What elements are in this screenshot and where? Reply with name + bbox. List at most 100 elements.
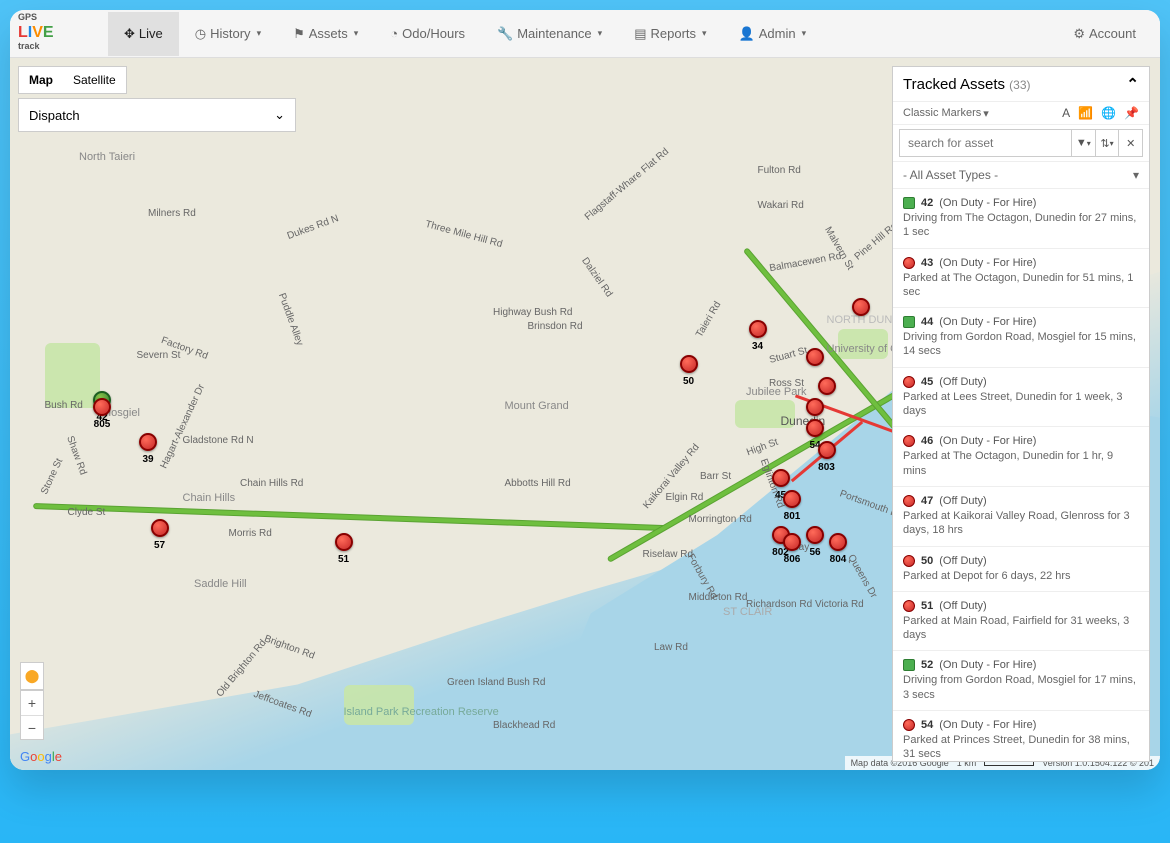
dispatch-select[interactable]: Dispatch ⌄ <box>18 98 296 132</box>
status-dot-icon <box>903 555 915 567</box>
asset-item[interactable]: 46(On Duty - For Hire)Parked at The Octa… <box>893 427 1149 487</box>
map-marker[interactable] <box>829 533 847 551</box>
map-type-toggle: Map Satellite <box>18 66 127 94</box>
road-icon[interactable]: A <box>1062 106 1070 120</box>
asset-item[interactable]: 43(On Duty - For Hire)Parked at The Octa… <box>893 249 1149 309</box>
road-label: Victoria Rd <box>815 599 864 610</box>
nav-assets[interactable]: ⚑Assets▾ <box>277 12 374 56</box>
asset-detail: Driving from Gordon Road, Mosgiel for 17… <box>903 673 1139 702</box>
road-label: Chain Hills Rd <box>240 478 303 489</box>
map-marker[interactable] <box>772 469 790 487</box>
map-place: Chain Hills <box>183 492 236 504</box>
asset-item[interactable]: 50(Off Duty)Parked at Depot for 6 days, … <box>893 547 1149 592</box>
zoom-out-button[interactable]: − <box>21 715 43 739</box>
asset-item[interactable]: 47(Off Duty)Parked at Kaikorai Valley Ro… <box>893 487 1149 547</box>
status-dot-icon <box>903 495 915 507</box>
marker-label: 805 <box>94 419 111 430</box>
asset-status: (Off Duty) <box>939 600 986 612</box>
nav-maintenance[interactable]: 🔧Maintenance▾ <box>481 12 618 56</box>
globe-icon[interactable]: 🌐 <box>1101 106 1116 120</box>
map-marker[interactable] <box>335 533 353 551</box>
asset-id: 45 <box>921 376 933 388</box>
asset-id: 44 <box>921 316 933 328</box>
signal-icon[interactable]: 📶 <box>1078 106 1093 120</box>
marker-label: 803 <box>818 462 835 473</box>
tracked-assets-panel: Tracked Assets (33) ⌃ Classic Markers▾ A… <box>892 66 1150 762</box>
caret-icon: ▾ <box>983 107 989 120</box>
sort-button[interactable]: ⇅▾ <box>1096 129 1120 157</box>
asset-id: 43 <box>921 257 933 269</box>
nav-admin[interactable]: 👤Admin▾ <box>723 12 823 56</box>
wrench-icon: 🔧 <box>497 26 513 42</box>
asset-detail: Parked at Lees Street, Dunedin for 1 wee… <box>903 390 1139 419</box>
logo-track: track <box>18 41 40 51</box>
asset-item[interactable]: 52(On Duty - For Hire)Driving from Gordo… <box>893 651 1149 711</box>
asset-list[interactable]: 42(On Duty - For Hire)Driving from The O… <box>893 189 1149 761</box>
panel-toolbar: Classic Markers▾ A 📶 🌐 📌 <box>893 102 1149 125</box>
map-marker[interactable] <box>93 398 111 416</box>
nav-reports[interactable]: ▤Reports▾ <box>618 12 722 56</box>
panel-title: Tracked Assets <box>903 76 1005 93</box>
logo: GPS LIVE track <box>18 14 108 54</box>
satellite-btn[interactable]: Satellite <box>63 67 126 93</box>
search-input[interactable] <box>899 129 1072 157</box>
asset-item[interactable]: 54(On Duty - For Hire)Parked at Princes … <box>893 711 1149 761</box>
nav-account[interactable]: ⚙Account <box>1057 12 1152 56</box>
status-dot-icon <box>903 659 915 671</box>
asset-id: 50 <box>921 555 933 567</box>
status-dot-icon <box>903 376 915 388</box>
map-marker[interactable] <box>806 398 824 416</box>
asset-status: (On Duty - For Hire) <box>939 435 1036 447</box>
asset-item[interactable]: 42(On Duty - For Hire)Driving from The O… <box>893 189 1149 249</box>
asset-item[interactable]: 51(Off Duty)Parked at Main Road, Fairfie… <box>893 592 1149 652</box>
map-place: Saddle Hill <box>194 578 247 590</box>
clear-button[interactable]: ✕ <box>1119 129 1143 157</box>
dispatch-label: Dispatch <box>29 108 80 123</box>
map-marker[interactable] <box>151 519 169 537</box>
clock-icon: ◷ <box>195 26 206 42</box>
nav-odo[interactable]: ◔Odo/Hours <box>374 12 481 55</box>
map-btn[interactable]: Map <box>19 67 63 93</box>
asset-status: (Off Duty) <box>939 376 986 388</box>
navbar: GPS LIVE track ✥Live ◷History▾ ⚑Assets▾ … <box>10 10 1160 58</box>
marker-label: 801 <box>784 511 801 522</box>
streetview-pegman[interactable]: ⬤ <box>20 662 44 690</box>
nav-live[interactable]: ✥Live <box>108 12 179 56</box>
map-marker[interactable] <box>806 348 824 366</box>
status-dot-icon <box>903 435 915 447</box>
map-marker[interactable] <box>783 533 801 551</box>
map-marker[interactable] <box>818 377 836 395</box>
map-marker[interactable] <box>818 441 836 459</box>
asset-detail: Driving from Gordon Road, Mosgiel for 15… <box>903 330 1139 359</box>
map-marker[interactable] <box>680 355 698 373</box>
zoom-control: + − <box>20 690 44 740</box>
road-label: Barr St <box>700 471 731 482</box>
map-marker[interactable] <box>783 490 801 508</box>
filter-button[interactable]: ▼▾ <box>1072 129 1096 157</box>
road-label: Gladstone Rd N <box>183 435 254 446</box>
nav-history[interactable]: ◷History▾ <box>179 12 277 56</box>
map-marker[interactable] <box>139 433 157 451</box>
park <box>45 343 100 408</box>
nav-items: ✥Live ◷History▾ ⚑Assets▾ ◔Odo/Hours 🔧Mai… <box>108 12 1057 56</box>
map-marker[interactable] <box>806 526 824 544</box>
asset-id: 46 <box>921 435 933 447</box>
asset-item[interactable]: 44(On Duty - For Hire)Driving from Gordo… <box>893 308 1149 368</box>
map-marker[interactable] <box>806 419 824 437</box>
road-label: Green Island Bush Rd <box>447 677 545 688</box>
road-label: Ross St <box>769 378 804 389</box>
asset-item[interactable]: 45 (Off Duty) Parked at Lees Street, Duned… <box>893 368 1149 428</box>
panel-header[interactable]: Tracked Assets (33) ⌃ <box>893 67 1149 102</box>
map-marker[interactable] <box>852 298 870 316</box>
content: North Taieri Mosgiel Chain Hills Saddle … <box>10 58 1160 770</box>
asset-id: 54 <box>921 719 933 731</box>
map-marker[interactable] <box>749 320 767 338</box>
markers-mode-select[interactable]: Classic Markers▾ <box>903 107 989 120</box>
google-logo: Google <box>20 749 62 764</box>
marker-label: 57 <box>154 540 165 551</box>
asset-type-select[interactable]: - All Asset Types - ▾ <box>893 162 1149 189</box>
zoom-in-button[interactable]: + <box>21 691 43 715</box>
road-label: Milners Rd <box>148 208 196 219</box>
caret-icon: ▾ <box>598 28 603 39</box>
pin-icon[interactable]: 📌 <box>1124 106 1139 120</box>
